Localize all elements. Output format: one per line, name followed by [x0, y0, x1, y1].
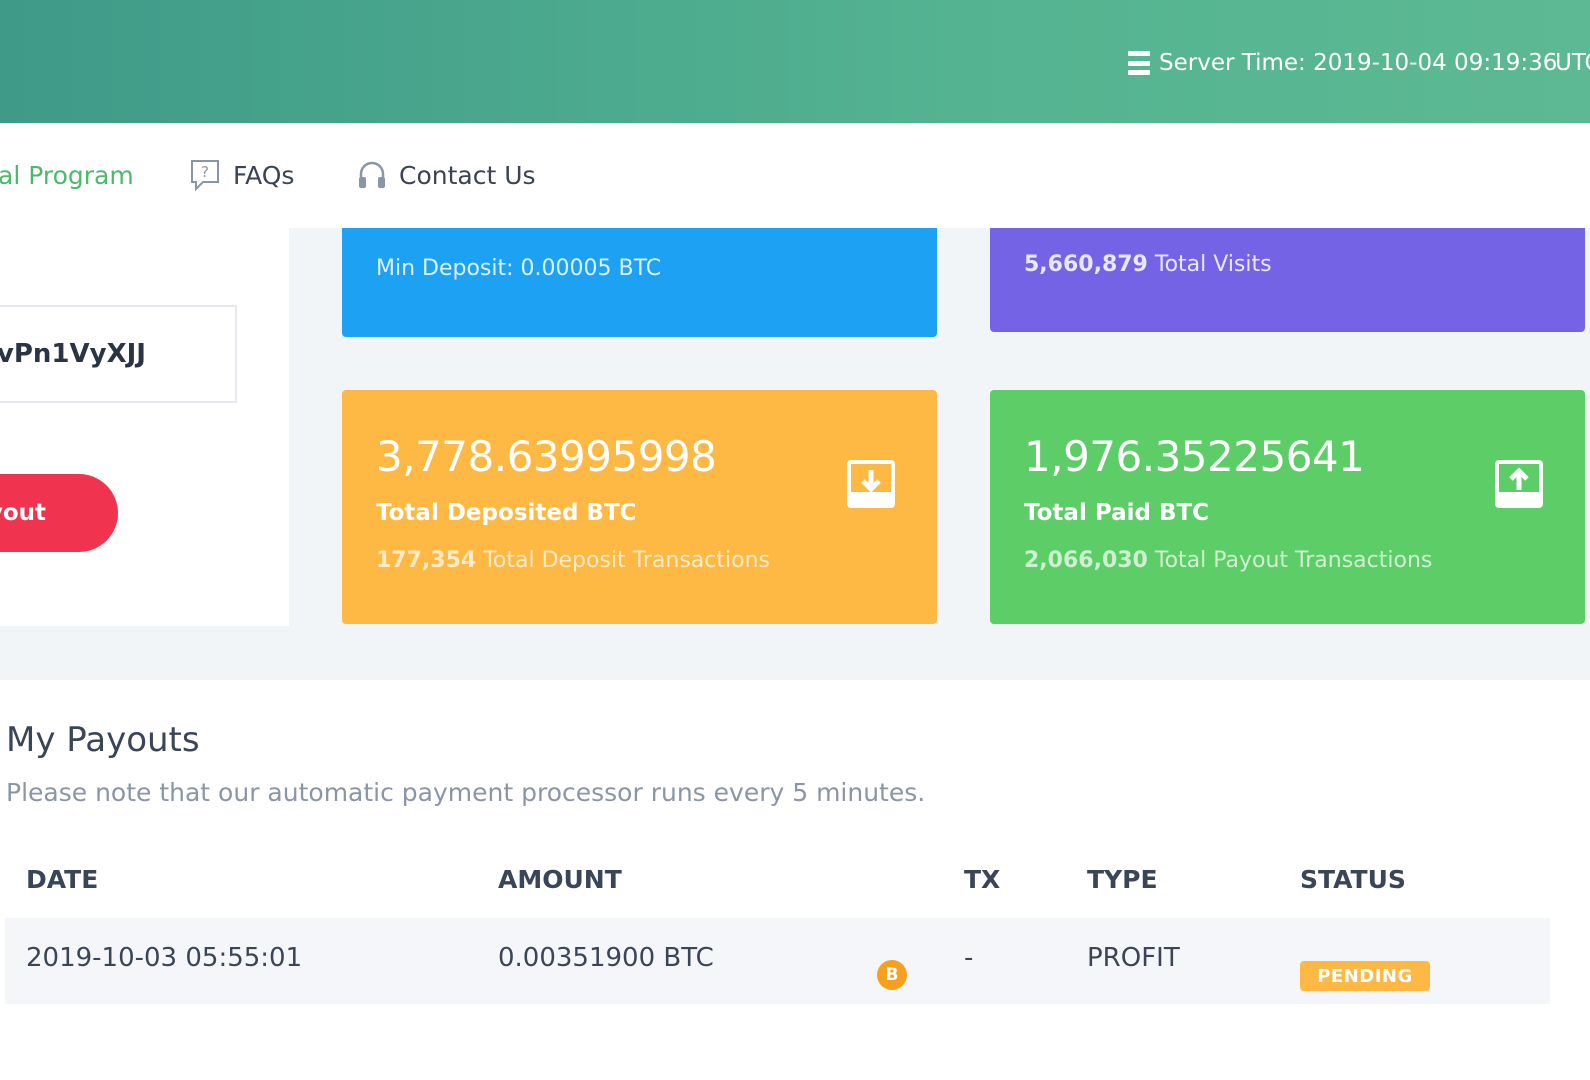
bitcoin-icon: B [877, 960, 907, 990]
server-icon [1128, 51, 1150, 75]
total-paid-card: 1,976.35225641 Total Paid BTC 2,066,030 … [990, 390, 1585, 624]
column-header-tx: TX [964, 865, 1001, 894]
payout-type: PROFIT [1087, 943, 1180, 973]
wallet-address-box[interactable]: lvPn1VyXJJ [0, 305, 237, 403]
total-deposited-value: 3,778.63995998 [376, 432, 717, 481]
total-deposited-card: 3,778.63995998 Total Deposited BTC 177,3… [342, 390, 937, 624]
nav-item-faqs[interactable]: ? FAQs [189, 155, 294, 195]
nav-item-label: FAQs [233, 160, 295, 190]
total-visits-label: Total Visits [1154, 252, 1272, 277]
status-badge: PENDING [1300, 961, 1430, 991]
total-paid-value: 1,976.35225641 [1024, 432, 1365, 481]
headset-icon [359, 161, 385, 188]
server-time-text: Server Time: 2019-10-04 09:19:36 [1159, 50, 1558, 76]
total-visits-text: 5,660,879 Total Visits [1024, 252, 1272, 277]
payout-transactions-count: 2,066,030 [1024, 548, 1148, 573]
nav-item-label: Contact Us [399, 160, 536, 190]
payouts-note: Please note that our automatic payment p… [6, 778, 926, 807]
deposit-transactions-label: Total Deposit Transactions [483, 548, 770, 573]
total-visits-value: 5,660,879 [1024, 252, 1148, 277]
payout-transactions-label: Total Payout Transactions [1154, 548, 1433, 573]
payout-button-label: yout [0, 500, 46, 526]
min-deposit-text: Min Deposit: 0.00005 BTC [376, 256, 662, 281]
column-header-type: TYPE [1087, 865, 1158, 894]
nav-item-referral-program[interactable]: al Program [0, 155, 134, 195]
total-visits-card: 5,660,879 Total Visits [990, 228, 1585, 332]
my-payouts-section: My Payouts Please note that our automati… [0, 680, 1590, 1080]
payout-date: 2019-10-03 05:55:01 [26, 943, 303, 973]
wallet-address-text: lvPn1VyXJJ [0, 339, 146, 369]
column-header-amount: AMOUNT [498, 865, 622, 894]
svg-text:?: ? [201, 163, 209, 181]
deposit-transactions-count: 177,354 [376, 548, 477, 573]
download-icon [847, 460, 895, 508]
min-deposit-card: Min Deposit: 0.00005 BTC [342, 228, 937, 337]
top-header-bar: Server Time: 2019-10-04 09:19:36 UTC [0, 0, 1590, 123]
payout-transactions-text: 2,066,030 Total Payout Transactions [1024, 548, 1432, 573]
deposit-transactions-text: 177,354 Total Deposit Transactions [376, 548, 770, 573]
total-paid-label: Total Paid BTC [1024, 500, 1210, 526]
payouts-title: My Payouts [6, 720, 200, 760]
main-navbar: al Program ? FAQs Contact Us [0, 123, 1590, 228]
payout-button[interactable]: yout [0, 474, 118, 552]
payout-tx: - [964, 943, 974, 973]
column-header-date: DATE [26, 865, 99, 894]
account-panel [0, 228, 289, 626]
server-time: Server Time: 2019-10-04 09:19:36 [1128, 46, 1557, 80]
nav-item-contact-us[interactable]: Contact Us [357, 155, 536, 195]
faq-icon: ? [191, 160, 219, 192]
timezone-label: UTC [1555, 50, 1590, 76]
total-deposited-label: Total Deposited BTC [376, 500, 637, 526]
column-header-status: STATUS [1300, 865, 1406, 894]
payout-amount: 0.00351900 BTC [498, 943, 714, 973]
upload-icon [1495, 460, 1543, 508]
nav-item-label: al Program [0, 160, 134, 190]
